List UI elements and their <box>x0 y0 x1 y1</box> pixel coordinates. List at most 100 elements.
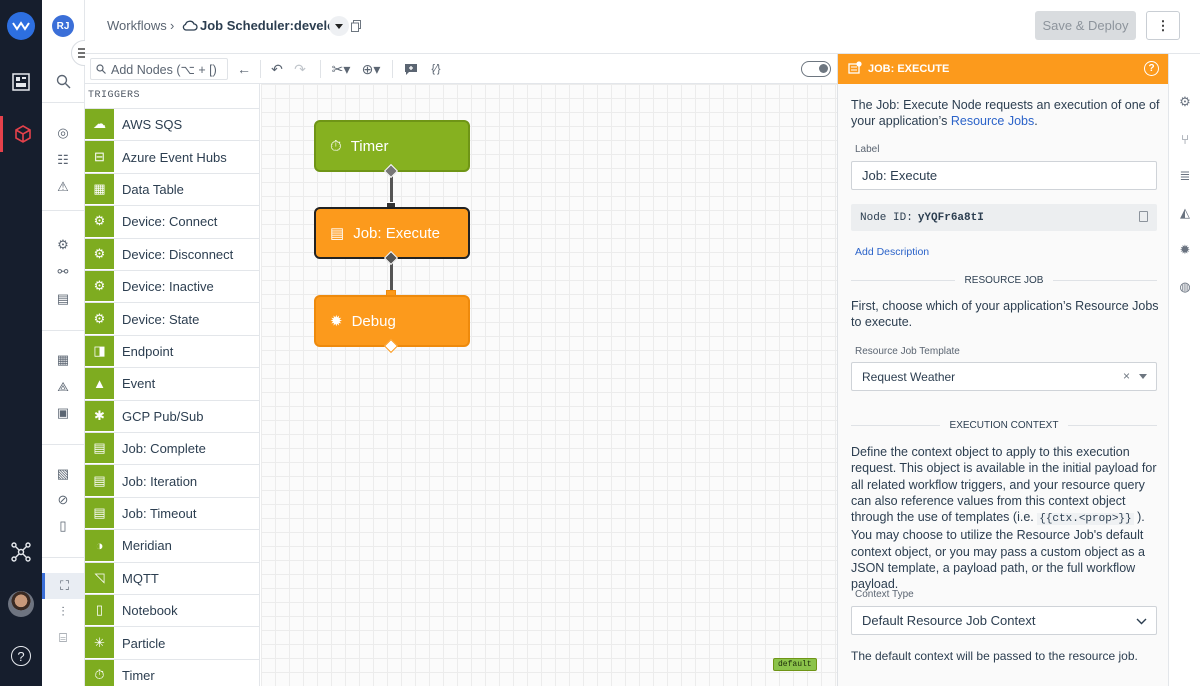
workflow-name: Job Scheduler:develop <box>200 18 344 33</box>
save-deploy-button[interactable]: Save & Deploy <box>1035 11 1136 40</box>
library-icon[interactable]: ▯ <box>42 513 84 539</box>
notebook-icon: ▯ <box>85 595 114 627</box>
user-photo <box>8 591 34 617</box>
copy-icon[interactable] <box>1139 211 1148 222</box>
workflows-icon[interactable]: ⛶ <box>42 573 84 599</box>
canvas-toolbar: Add Nodes (⌥ + [) ← ↶ ↷ ✂▾ ⊕▾ {⁄} <box>85 54 837 84</box>
palette-item[interactable]: ▤ Job: Timeout <box>85 497 260 531</box>
palette-item-label: Device: State <box>122 311 200 327</box>
palette-item-label: Event <box>122 376 156 392</box>
endpoint-icon: ◨ <box>85 335 114 368</box>
globe-icon[interactable]: ◍ <box>1169 277 1200 297</box>
version-dropdown-button[interactable] <box>329 16 349 36</box>
overview-icon[interactable]: ◎ <box>42 120 84 146</box>
search-icon <box>96 64 106 74</box>
more-options-button[interactable]: ⋮ <box>1146 11 1180 40</box>
particle-icon: ✳ <box>85 627 114 659</box>
applications-nav-icon[interactable] <box>0 116 42 152</box>
node-label: Job: Execute <box>353 224 440 242</box>
resource-jobs-icon[interactable]: ▧ <box>42 461 84 487</box>
palette-item-label: MQTT <box>122 570 159 586</box>
job-execute-icon <box>848 61 862 77</box>
redo-icon[interactable]: ↷ <box>291 59 309 79</box>
scissors-icon[interactable]: ✂▾ <box>330 59 352 79</box>
device-state-icon: ⚙ <box>85 303 114 335</box>
cloud-icon <box>182 19 198 34</box>
resource-jobs-link[interactable]: Resource Jobs <box>951 114 1034 128</box>
palette-item[interactable]: ⊟ Azure Event Hubs <box>85 141 260 174</box>
panel-title: JOB: EXECUTE <box>868 63 950 75</box>
palette-item-label: Endpoint <box>122 343 174 359</box>
sqs-icon: ☁ <box>85 109 114 141</box>
bug-icon[interactable]: ✹ <box>1169 240 1200 260</box>
palette-item[interactable]: ☁ AWS SQS <box>85 109 260 142</box>
add-description-link[interactable]: Add Description <box>855 246 929 258</box>
label-input[interactable]: Job: Execute <box>851 161 1157 190</box>
job-timeout-icon: ▤ <box>85 497 114 530</box>
canvas-toggle[interactable] <box>801 61 831 77</box>
undo-icon[interactable]: ↶ <box>268 59 286 79</box>
palette-item-label: Data Table <box>122 181 184 197</box>
dashboard-nav-icon[interactable] <box>0 64 42 100</box>
palette-item[interactable]: ⚙ Device: Inactive <box>85 271 260 304</box>
context-type-select[interactable]: Default Resource Job Context <box>851 606 1157 635</box>
context-footer-text: The default context will be passed to th… <box>851 649 1138 663</box>
help-icon[interactable]: ? <box>1144 61 1159 76</box>
palette-item[interactable]: ◑ Meridian <box>85 530 260 563</box>
gear-icon[interactable]: ⚙ <box>1169 92 1200 112</box>
network-nav-icon[interactable] <box>0 534 42 570</box>
palette-item[interactable]: ▯ Notebook <box>85 595 260 628</box>
palette-item[interactable]: ⚙ Device: Connect <box>85 206 260 239</box>
palette-item-label: Device: Connect <box>122 214 218 230</box>
resource-job-template-select[interactable]: Request Weather × <box>851 362 1157 391</box>
files-icon[interactable]: ▣ <box>42 400 84 426</box>
storage-icon[interactable]: ⌸ <box>42 625 84 651</box>
dashboards-icon[interactable]: ☷ <box>42 147 84 173</box>
app-avatar[interactable]: RJ <box>42 13 84 39</box>
copy-icon[interactable] <box>351 20 361 35</box>
help-nav-icon[interactable]: ? <box>0 638 42 674</box>
palette-item-label: Device: Inactive <box>122 279 214 295</box>
breadcrumb-workflows[interactable]: Workflows <box>107 18 167 33</box>
add-comment-icon[interactable] <box>402 59 420 79</box>
zoom-icon[interactable]: ⊕▾ <box>359 59 383 79</box>
breadcrumb-separator: › <box>170 18 175 33</box>
devices-icon[interactable]: ⚙ <box>42 232 84 258</box>
user-avatar[interactable] <box>0 586 42 622</box>
palette-item[interactable]: ✳ Particle <box>85 627 260 660</box>
data-tables-icon[interactable]: ▦ <box>42 347 84 373</box>
caret-down-icon <box>1139 374 1147 379</box>
palette-item[interactable]: ▲ Event <box>85 368 260 401</box>
area-chart-icon[interactable]: ◭ <box>1169 203 1200 223</box>
palette-item[interactable]: ⚙ Device: Disconnect <box>85 238 260 271</box>
palette-item[interactable]: ▦ Data Table <box>85 173 260 207</box>
workflow-canvas[interactable]: ⏱ Timer ▤ Job: Execute ✹ Debug default <box>261 84 837 686</box>
branch-icon[interactable]: ⑂ <box>1169 129 1200 149</box>
timer-icon: ⏱ <box>85 659 114 686</box>
timer-icon: ⏱ <box>330 137 342 155</box>
execution-context-section-title: EXECUTION CONTEXT <box>851 420 1157 431</box>
notebooks-icon[interactable]: ⊘ <box>42 487 84 513</box>
palette-item[interactable]: ▤ Job: Complete <box>85 433 260 466</box>
experience-icon[interactable]: ⚯ <box>42 259 84 285</box>
palette-item[interactable]: ◹ MQTT <box>85 562 260 595</box>
palette-item[interactable]: ▤ Job: Iteration <box>85 465 260 498</box>
palette-item[interactable]: ✱ GCP Pub/Sub <box>85 400 260 433</box>
logo[interactable] <box>0 8 42 44</box>
palette-item[interactable]: ⚙ Device: State <box>85 303 260 336</box>
search-icon[interactable] <box>42 68 84 94</box>
alerts-icon[interactable]: ⚠ <box>42 174 84 200</box>
settings-sliders-icon[interactable]: ⫶ <box>42 599 84 625</box>
api-tokens-icon[interactable]: ▤ <box>42 286 84 312</box>
palette-item[interactable]: ⏱ Timer <box>85 659 260 686</box>
pubsub-icon: ✱ <box>85 400 114 432</box>
clear-icon[interactable]: × <box>1123 369 1130 383</box>
database-icon[interactable]: ≣ <box>1169 166 1200 186</box>
back-arrow-icon[interactable]: ← <box>236 59 252 79</box>
resource-job-help: First, choose which of your application’… <box>851 299 1159 330</box>
job-iteration-icon: ▤ <box>85 465 114 497</box>
add-nodes-search[interactable]: Add Nodes (⌥ + [) <box>90 58 228 80</box>
integrations-icon[interactable]: ⟁ <box>42 374 84 400</box>
palette-item[interactable]: ◨ Endpoint <box>85 335 260 369</box>
code-icon[interactable]: {⁄} <box>427 59 445 79</box>
